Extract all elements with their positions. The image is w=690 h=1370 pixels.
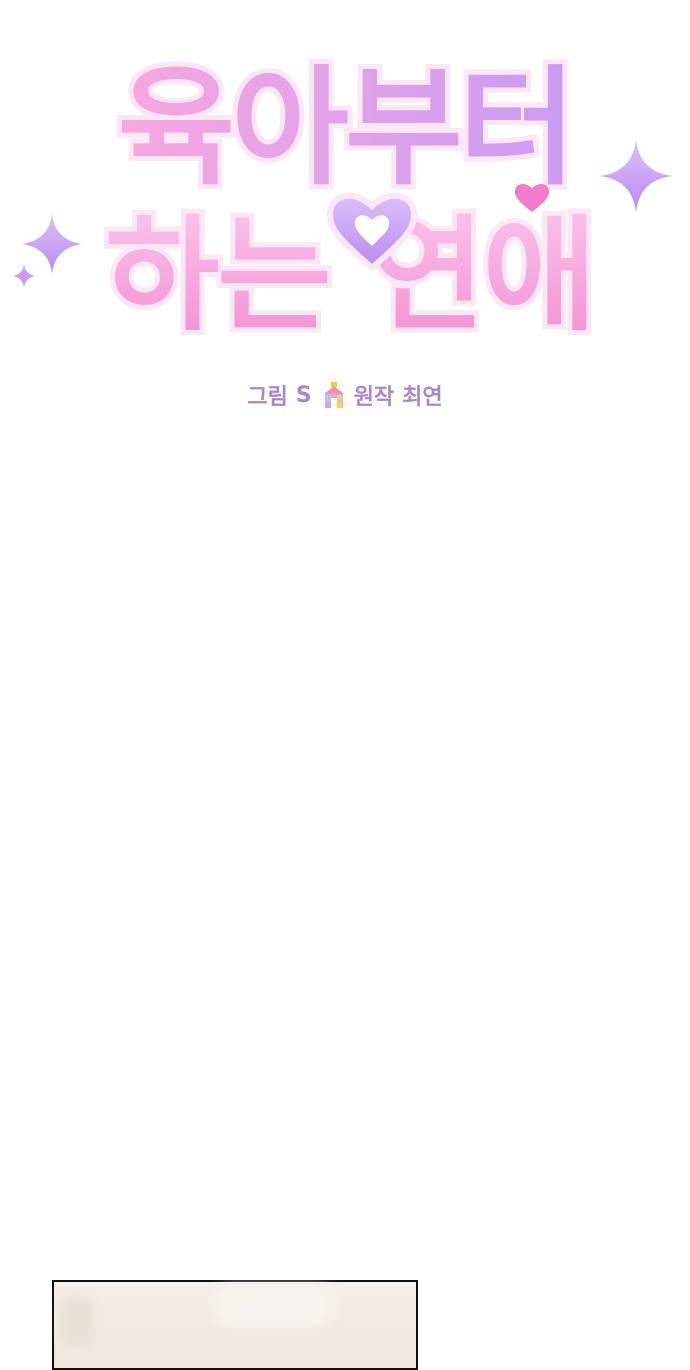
artist-name: S: [295, 382, 312, 408]
house-icon: [323, 382, 344, 408]
sparkle-icon: [22, 214, 82, 274]
panel-shape: [60, 1296, 94, 1346]
original-author: 최연: [402, 385, 443, 410]
sparkle-icon: [600, 140, 672, 212]
credits-line: 그림 S 원작 최연: [0, 370, 690, 420]
comic-panel: [52, 1280, 418, 1370]
panel-shape: [214, 1286, 334, 1326]
artist-label: 그림: [247, 385, 288, 410]
title-line-1: 육아부터: [117, 54, 572, 203]
series-title-logo: 육아부터 하는 연애: [13, 49, 672, 353]
original-label: 원작: [353, 385, 395, 410]
sparkle-icon: [13, 264, 35, 288]
series-title-block: 육아부터 하는 연애 그림 S 원작 최연: [0, 0, 690, 460]
